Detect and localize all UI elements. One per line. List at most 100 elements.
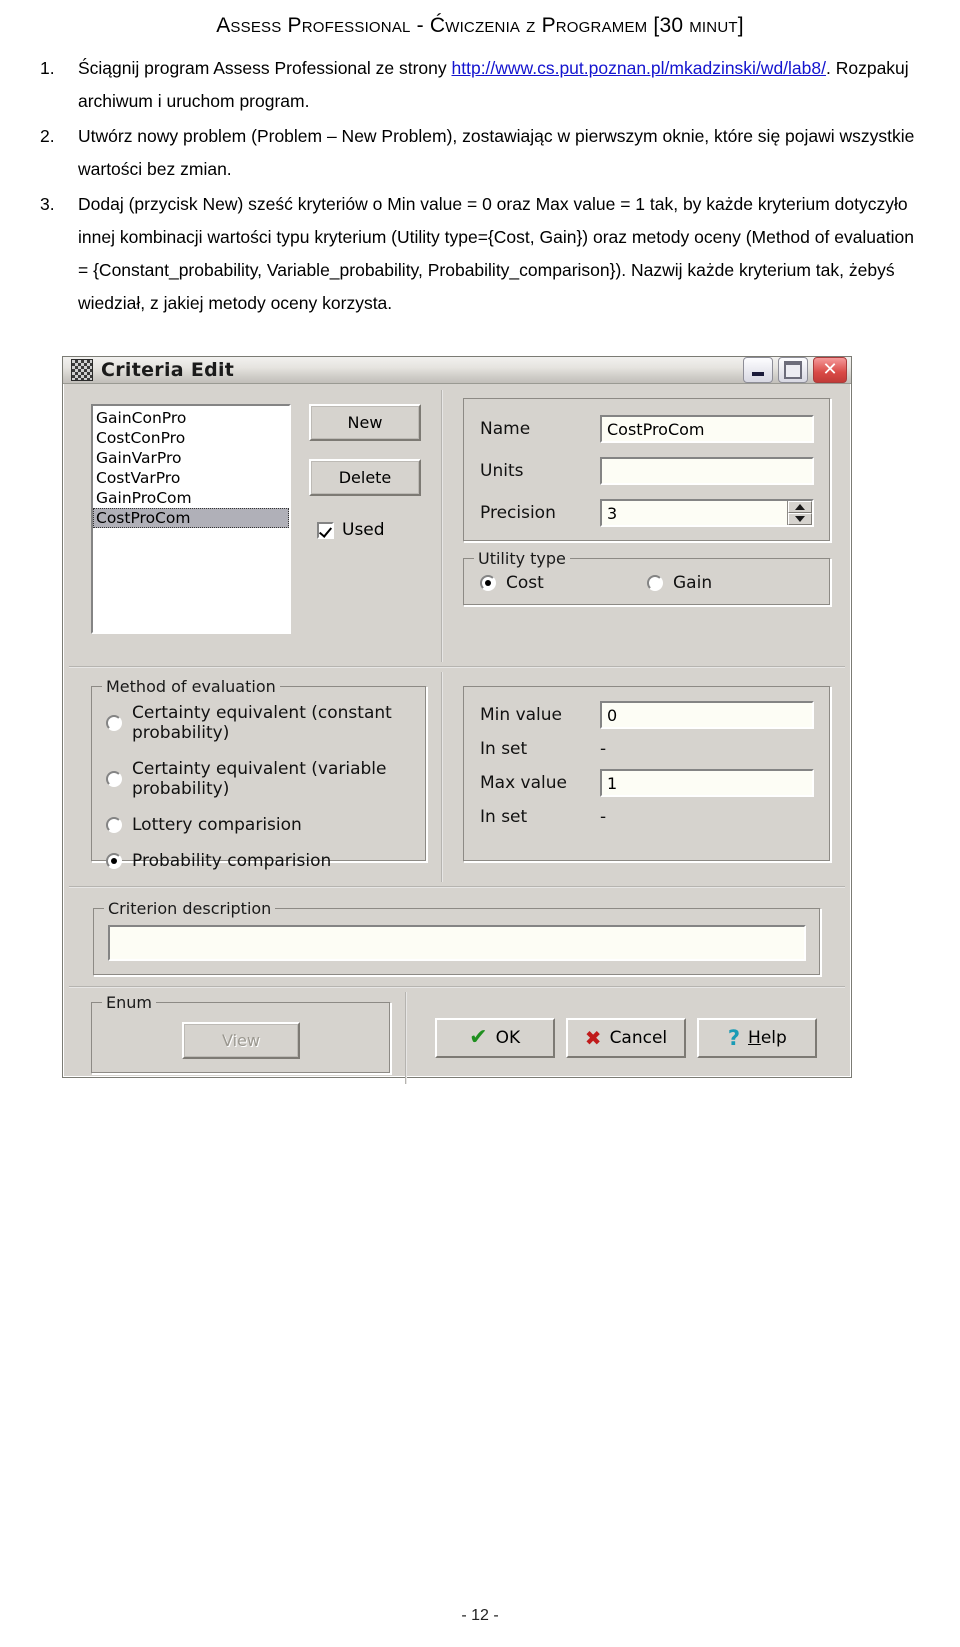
middle-section: Method of evaluation Certainty equivalen… xyxy=(69,672,845,882)
list-item: 1. Ściągnij program Assess Professional … xyxy=(40,52,920,118)
list-item[interactable]: GainConPro xyxy=(93,408,289,428)
horizontal-divider-2 xyxy=(69,886,845,888)
radio-certainty-constant-indicator[interactable] xyxy=(106,715,122,731)
radio-lottery-comparision[interactable]: Lottery comparision xyxy=(106,815,416,835)
min-value-label: Min value xyxy=(480,705,563,725)
radio-certainty-constant-label: Certainty equivalent (constant probabili… xyxy=(132,703,392,743)
list-item[interactable]: CostVarPro xyxy=(93,468,289,488)
view-button[interactable]: View xyxy=(182,1021,300,1059)
list-item-text: Ściągnij program Assess Professional ze … xyxy=(78,58,909,111)
check-icon: ✔ xyxy=(469,1025,488,1050)
precision-value[interactable]: 3 xyxy=(602,501,787,525)
units-input[interactable] xyxy=(600,457,814,485)
minimize-icon xyxy=(752,372,764,376)
list-item[interactable]: GainVarPro xyxy=(93,448,289,468)
list-item-text: Dodaj (przycisk New) sześć kryteriów o M… xyxy=(78,194,914,313)
help-button-label: Help xyxy=(748,1028,787,1048)
radio-gain[interactable]: Gain xyxy=(647,573,814,593)
in-set-label-max: In set xyxy=(480,807,528,827)
name-input[interactable]: CostProCom xyxy=(600,415,814,443)
step1-text-before: Ściągnij program Assess Professional ze … xyxy=(78,58,452,78)
list-item-number: 3. xyxy=(40,194,55,214)
help-button-rest: elp xyxy=(760,1028,787,1048)
list-item: 3. Dodaj (przycisk New) sześć kryteriów … xyxy=(40,188,920,320)
spinner-down-button[interactable] xyxy=(788,513,812,525)
used-checkbox-row[interactable]: Used xyxy=(309,520,421,540)
enum-panel: Enum View xyxy=(69,992,401,1084)
new-button[interactable]: New xyxy=(309,404,421,441)
close-button[interactable]: ✕ xyxy=(813,357,847,383)
instruction-list: 1. Ściągnij program Assess Professional … xyxy=(40,52,920,320)
method-legend: Method of evaluation xyxy=(102,677,280,696)
window-title: Criteria Edit xyxy=(101,359,235,381)
window-controls: ✕ xyxy=(743,357,847,383)
ok-button[interactable]: ✔ OK xyxy=(434,1018,555,1058)
page-number: - 12 - xyxy=(461,1607,499,1624)
criteria-edit-window: Criteria Edit ✕ GainConPro CostConPro Ga… xyxy=(62,356,852,1084)
basic-properties-group: Name CostProCom Units Precision 3 xyxy=(463,398,831,542)
list-item-text: Utwórz nowy problem (Problem – New Probl… xyxy=(78,126,915,179)
delete-button[interactable]: Delete xyxy=(309,459,421,496)
radio-probability-comparision[interactable]: Probability comparision xyxy=(106,851,416,871)
in-set-label-min: In set xyxy=(480,739,528,759)
list-item[interactable]: GainProCom xyxy=(93,488,289,508)
utility-type-options: Cost Gain xyxy=(480,573,814,593)
criteria-edit-screenshot: Criteria Edit ✕ GainConPro CostConPro Ga… xyxy=(62,356,852,1084)
horizontal-divider-3 xyxy=(69,986,845,988)
radio-probability-comparision-indicator[interactable] xyxy=(106,853,122,869)
radio-gain-indicator[interactable] xyxy=(647,575,663,591)
criterion-description-input[interactable] xyxy=(108,925,806,961)
radio-certainty-constant[interactable]: Certainty equivalent (constant probabili… xyxy=(106,703,416,743)
ok-button-label: OK xyxy=(495,1028,521,1048)
method-panel: Method of evaluation Certainty equivalen… xyxy=(69,672,437,882)
radio-certainty-variable-label: Certainty equivalent (variable probabili… xyxy=(132,759,387,799)
criteria-listbox[interactable]: GainConPro CostConPro GainVarPro CostVar… xyxy=(91,404,291,634)
radio-certainty-variable[interactable]: Certainty equivalent (variable probabili… xyxy=(106,759,416,799)
criteria-panel: GainConPro CostConPro GainVarPro CostVar… xyxy=(69,390,437,662)
precision-row: Precision 3 xyxy=(480,499,814,527)
enum-group: Enum View xyxy=(91,993,391,1074)
dialog-buttons: ✔ OK ✖ Cancel ? Help xyxy=(411,992,845,1084)
radio-certainty-variable-indicator[interactable] xyxy=(106,771,122,787)
units-label: Units xyxy=(480,461,524,481)
name-row: Name CostProCom xyxy=(480,415,814,443)
radio-cost-indicator[interactable] xyxy=(480,575,496,591)
used-checkbox-label: Used xyxy=(342,520,385,540)
list-item-selected[interactable]: CostProCom xyxy=(93,508,289,528)
question-mark-icon: ? xyxy=(727,1025,741,1050)
radio-gain-label: Gain xyxy=(673,573,713,593)
properties-panel: Name CostProCom Units Precision 3 Utilit… xyxy=(447,390,845,662)
radio-probability-comparision-label: Probability comparision xyxy=(132,851,332,871)
min-value-row: Min value 0 xyxy=(480,701,814,729)
radio-lottery-comparision-label: Lottery comparision xyxy=(132,815,302,835)
lab8-link[interactable]: http://www.cs.put.poznan.pl/mkadzinski/w… xyxy=(452,58,827,78)
in-set-value-min: - xyxy=(600,739,607,759)
min-value-input[interactable]: 0 xyxy=(600,701,814,729)
utility-type-legend: Utility type xyxy=(474,549,570,568)
criterion-description-legend: Criterion description xyxy=(104,899,276,918)
vertical-divider-2 xyxy=(441,672,443,882)
minimize-button[interactable] xyxy=(743,357,773,383)
help-button[interactable]: ? Help xyxy=(697,1018,818,1058)
page-title: Assess Professional - Ćwiczenia z Progra… xyxy=(216,14,744,37)
spinner-up-button[interactable] xyxy=(788,501,812,513)
close-icon: ✕ xyxy=(822,359,838,380)
name-label: Name xyxy=(480,419,531,439)
dialog-client-area: GainConPro CostConPro GainVarPro CostVar… xyxy=(63,384,851,1090)
window-titlebar[interactable]: Criteria Edit ✕ xyxy=(63,357,851,384)
list-item[interactable]: CostConPro xyxy=(93,428,289,448)
maximize-button[interactable] xyxy=(778,357,808,383)
criteria-actions: New Delete Used xyxy=(291,404,421,662)
maximize-icon xyxy=(784,361,802,379)
radio-cost[interactable]: Cost xyxy=(480,573,647,593)
max-value-input[interactable]: 1 xyxy=(600,769,814,797)
precision-spinner[interactable]: 3 xyxy=(600,499,814,527)
used-checkbox[interactable] xyxy=(317,521,334,539)
cross-icon: ✖ xyxy=(584,1026,602,1050)
document-body: Assess Professional - Ćwiczenia z Progra… xyxy=(0,0,960,320)
max-value-row: Max value 1 xyxy=(480,769,814,797)
cancel-button[interactable]: ✖ Cancel xyxy=(565,1018,686,1058)
value-range-group: Min value 0 In set - Max value 1 In set … xyxy=(463,686,831,862)
radio-lottery-comparision-indicator[interactable] xyxy=(106,817,122,833)
in-set-value-max: - xyxy=(600,807,607,827)
